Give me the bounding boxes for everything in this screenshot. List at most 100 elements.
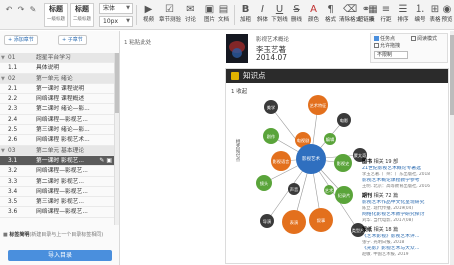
outline-item-row[interactable]: 2.4 网络课程—影视艺...	[0, 115, 114, 126]
reference-count: 相关 72 篇	[373, 193, 399, 199]
bold-icon: B	[241, 4, 250, 15]
mind-map-node[interactable]: 电影	[337, 113, 351, 127]
document-icon: ▤	[218, 4, 229, 15]
row-number: 2.1	[8, 85, 18, 92]
outline-item-row[interactable]: 2.2 网络课程 课程概述	[0, 94, 114, 105]
mind-map-node[interactable]: 叙事	[309, 208, 333, 232]
task-point-option[interactable]: 任务点	[374, 36, 395, 43]
tag-note: ■ 标签简明(新建目录与上一个目录标签相同)	[3, 232, 116, 239]
outline-item-row[interactable]: 3.6 网络课程—影视艺...	[0, 207, 114, 218]
paste-hint: 1 粘贴此处	[124, 40, 152, 46]
collapse-link[interactable]: 1 收起	[231, 87, 247, 95]
preview-button[interactable]: ◉ 预览	[440, 2, 454, 29]
outline-item-row[interactable]: 3.5 第三课时 影视艺...	[0, 197, 114, 208]
mind-map-node[interactable]: 镜头	[256, 175, 272, 191]
outline-scrollbar-thumb[interactable]	[115, 53, 119, 113]
heading1-style-button[interactable]: 标题 一级标题	[44, 3, 68, 27]
knowledge-icon	[231, 72, 239, 80]
row-title: 超星平台学习	[36, 55, 71, 61]
outline-item-row-selected[interactable]: 3.1 第一课时 影视艺... ✎ ▣	[0, 155, 114, 167]
color-icon: A	[310, 4, 317, 15]
row-title: 网络课程 影视艺术...	[36, 137, 90, 144]
reference-group: 报纸 相关 18 篇 《艺术影视》影视艺术评… 张宁. 光明日报, 2018 《…	[362, 227, 447, 258]
mind-map-node[interactable]: 剧作	[263, 128, 279, 144]
discussion-icon: ✉	[186, 4, 195, 15]
book-cover	[226, 34, 248, 63]
preview-icon: ◉	[442, 4, 452, 15]
line-spacing-button[interactable]: ≡ 行距	[377, 2, 395, 29]
document-button[interactable]: ▤ 文档	[213, 2, 234, 29]
video-button[interactable]: ▶ 视频	[138, 2, 159, 29]
reference-group: 期刊 相关 72 篇 影视艺术作品中文化呈现研究 陈立. 现代传播, 2019(…	[362, 193, 447, 224]
reference-group: 图书 相关 19 部 21世纪影视艺术概论专著选 李玉艺著. 广州：广东出版社,…	[362, 159, 447, 190]
reference-count: 相关 19 部	[373, 159, 399, 165]
row-title: 第一单元 绪论	[36, 75, 73, 82]
heading2-style-button[interactable]: 标题 二级标题	[70, 3, 94, 27]
sort-button[interactable]: ☰ 排序	[394, 2, 412, 29]
mind-map-node[interactable]: 纪录片	[335, 186, 353, 204]
font-family-select[interactable]: 宋体 ▼	[99, 3, 133, 14]
mind-map-node[interactable]: 影视史	[334, 154, 352, 172]
reference-tag: 报纸	[362, 227, 373, 233]
outline-scrollbar[interactable]	[114, 53, 119, 225]
redo-icon[interactable]: ↷	[15, 4, 27, 16]
row-title: 网络课程—影视艺...	[36, 209, 88, 216]
edit-canvas[interactable]: 1 粘贴此处	[121, 31, 222, 265]
outline-item-row[interactable]: 3.2 网络课程—影视艺...	[0, 166, 114, 177]
mind-map-node[interactable]: 艺术	[324, 185, 334, 195]
discussion-button[interactable]: ✉ 讨论	[180, 2, 201, 29]
reference-meta: 赵敏. 中国艺术报, 2019	[362, 252, 409, 258]
reading-mode-option[interactable]: 阅读模式	[411, 36, 437, 43]
preview-label: 预览	[441, 17, 453, 23]
outline-list: ▼ 01 超星平台学习 1.1 具体说明 ▼ 02 第一单元 绪论 2.1 第一…	[0, 53, 114, 218]
mind-map-node[interactable]: 影视语言	[271, 151, 291, 171]
outline-item-row[interactable]: 2.6 网络课程 影视艺术...	[0, 135, 114, 146]
row-title: 第二课时 影视艺...	[36, 178, 84, 185]
outline-item-row[interactable]: 2.3 第二课时 绪论—影...	[0, 104, 114, 115]
chevron-down-icon[interactable]: ▼	[1, 146, 5, 155]
add-subchapter-button[interactable]: + 子章节	[58, 35, 87, 45]
drag-option[interactable]: 允许拖拽	[374, 43, 400, 50]
video-icon: ▶	[144, 4, 153, 15]
checkbox-icon[interactable]	[374, 43, 379, 48]
row-number: 2.6	[8, 137, 18, 144]
checkbox-icon[interactable]	[374, 36, 379, 41]
outline-chapter-row[interactable]: ▼ 03 第二单元 基本理论	[0, 145, 114, 156]
format-painter-icon[interactable]: ✎	[27, 4, 39, 16]
undo-icon[interactable]: ↶	[3, 4, 15, 16]
outline-item-row[interactable]: 3.4 网络课程—影视艺...	[0, 187, 114, 198]
mind-map-node[interactable]: 导演	[260, 214, 274, 228]
document-scrollbar-thumb[interactable]	[450, 35, 454, 115]
reference-tag: 期刊	[362, 193, 373, 199]
mind-map-node[interactable]: 艺术特征	[308, 95, 328, 115]
italic-icon: I	[261, 4, 264, 15]
outline-item-row[interactable]: 2.5 第三课时 绪论—影...	[0, 125, 114, 136]
limit-select[interactable]: 不限制	[374, 51, 408, 59]
chevron-down-icon[interactable]: ▼	[1, 53, 5, 62]
checkbox-icon[interactable]	[411, 36, 416, 41]
sort-label: 排序	[397, 17, 409, 23]
settings-box: 任务点 阅读模式 允许拖拽 不限制	[370, 33, 448, 63]
row-edit-icon[interactable]: ✎ ▣	[99, 156, 112, 165]
mind-map-node[interactable]: 编辑	[324, 133, 336, 145]
chevron-down-icon[interactable]: ▼	[1, 74, 5, 83]
row-number: 2.2	[8, 96, 18, 103]
mind-map-node[interactable]: 声音	[288, 183, 300, 195]
row-title: 第二单元 基本理论	[36, 147, 85, 154]
mind-map-node[interactable]: 美学	[264, 100, 278, 114]
import-outline-button[interactable]: 导入目录	[8, 250, 112, 261]
font-size-select[interactable]: 10px ▼	[99, 16, 133, 27]
add-chapter-button[interactable]: + 添加章节	[4, 35, 38, 45]
document-scrollbar[interactable]	[450, 31, 454, 265]
quiz-button[interactable]: ☑ 章节测验	[159, 2, 181, 29]
outline-chapter-row[interactable]: ▼ 02 第一单元 绪论	[0, 73, 114, 84]
outline-chapter-row[interactable]: ▼ 01 超星平台学习	[0, 53, 114, 64]
outline-item-row[interactable]: 3.3 第二课时 影视艺...	[0, 177, 114, 187]
knowledge-card: 知识点 1 收起 相关知识点 美学 艺术特征 电影 剧作 影视语言 蒙太奇 镜头…	[225, 68, 449, 264]
reference-count: 相关 18 篇	[373, 227, 399, 233]
mind-map-node[interactable]: 表演	[282, 210, 306, 234]
edit-text[interactable]: 1 粘贴此处	[124, 39, 219, 48]
outline-item-row[interactable]: 2.1 第一课时 课程说明	[0, 84, 114, 95]
mind-map-center-node[interactable]: 影视艺术	[296, 144, 326, 174]
outline-item-row[interactable]: 1.1 具体说明	[0, 63, 114, 74]
